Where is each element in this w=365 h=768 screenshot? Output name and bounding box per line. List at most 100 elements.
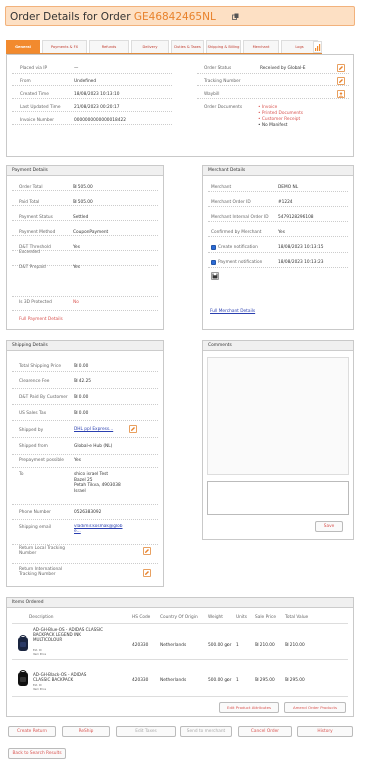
item-2-description: AD-GH-Black-OS - ADIDAS CLASSIC BACKPACK [33, 672, 87, 682]
amend-order-products-button[interactable]: Amend Order Products [284, 702, 346, 713]
doc-manifest: • No Manifest [258, 123, 288, 128]
edit-taxes-button[interactable]: Edit Taxes [116, 726, 176, 737]
tab-payments[interactable]: Payments & FX [42, 40, 87, 53]
history-button[interactable]: History [297, 726, 353, 737]
reship-button[interactable]: ReShip [62, 726, 110, 737]
item-1-hs: 420330 [132, 643, 149, 648]
from-label: From [20, 79, 31, 84]
edit-status-icon[interactable] [337, 64, 345, 72]
upload-waybill-icon[interactable] [337, 90, 345, 98]
merchant-panel: Merchant Details Merchant DEMO NL Mercha… [202, 165, 354, 330]
dt-prepaid-value: Yes [73, 265, 80, 270]
back-to-search-button[interactable]: Back to Search Results [8, 748, 66, 759]
save-icon[interactable] [211, 272, 219, 280]
total-shipping-label: Total Shipping Price [19, 364, 61, 369]
item-2-units: 1 [236, 678, 239, 683]
order-total-label: Order Total [19, 185, 43, 190]
clearence-label: Clearence Fee [19, 379, 50, 384]
payment-notification-checkbox[interactable] [211, 260, 216, 265]
items-header: Items Ordered [7, 598, 353, 608]
merchant-order-id-label: Merchant Order ID [211, 200, 251, 205]
product-image [17, 670, 29, 687]
col-total-value: Total Value [285, 615, 309, 620]
shipped-from-value: Global-e Hub (NL) [74, 444, 113, 449]
doc-invoice[interactable]: • Invoice [258, 105, 277, 110]
total-shipping-value: ₪ 0.00 [74, 364, 89, 369]
tab-delivery[interactable]: Delivery [131, 40, 169, 53]
copy-icon[interactable] [232, 13, 239, 20]
edit-product-attributes-button[interactable]: Edit Product Attributes [219, 702, 279, 713]
item-1-price: ₪ 210.00 [255, 643, 275, 648]
create-return-button[interactable]: Create Return [8, 726, 56, 737]
updated-value: 21/08/2023 00:20:17 [74, 105, 120, 110]
payment-header: Payment Details [7, 166, 163, 176]
payment-status-label: Payment Status [19, 215, 53, 220]
product-image [17, 635, 29, 652]
create-notification-value: 18/08/2023 10:13:15 [278, 245, 324, 250]
merchant-value: DEMO NL [278, 185, 299, 190]
tab-duties[interactable]: Duties & Taxes [171, 40, 204, 53]
merchant-internal-id-value: 5479128296108 [278, 215, 314, 220]
title-text: Order Details for Order [10, 11, 131, 23]
shipped-from-label: Shipped from [19, 444, 48, 449]
col-description: Description [29, 615, 54, 620]
payment-notification-label: Payment notification [218, 260, 263, 265]
to-address: shico israel Test Bazel 25 Petah Tikva, … [74, 472, 121, 494]
merchant-order-id-value: #1224 [278, 200, 293, 205]
doc-printed[interactable]: • Printed Documents [258, 111, 303, 116]
item-1-description: AD-GH-Blue-OS - ADIDAS CLASSIC BACKPACK … [33, 627, 103, 642]
ip-value: — [74, 66, 79, 71]
return-local-label: Return Local Tracking Number [19, 546, 66, 556]
3d-protected-label: Is 3D Protected [19, 300, 52, 305]
edit-carrier-icon[interactable] [129, 425, 137, 433]
item-2-meta: Ext. ID Item Price [33, 684, 47, 691]
full-payment-link[interactable]: Full Payment Details [19, 317, 63, 322]
order-id: GE46842465NL [133, 11, 216, 23]
dt-threshold-label: D&T Threshold Exceeded [19, 245, 51, 255]
shipped-by-value[interactable]: DHL ppl Express... [74, 427, 113, 432]
merchant-internal-id-label: Merchant Internal Order ID [211, 215, 269, 220]
edit-return-local-icon[interactable] [143, 547, 151, 555]
send-to-merchant-button[interactable]: Send to merchant [180, 726, 232, 737]
chart-icon[interactable] [313, 41, 322, 53]
doc-receipt[interactable]: • Customer Receipt [258, 117, 300, 122]
email-value[interactable]: vladimir.kosmak@globe... [74, 524, 129, 534]
comment-input[interactable] [207, 481, 349, 515]
updated-label: Last Updated Time [20, 105, 61, 110]
invoice-label: Invoice Number [20, 118, 54, 123]
item-1-total: ₪ 210.00 [285, 643, 305, 648]
item-2-hs: 420330 [132, 678, 149, 683]
payment-status-value: Settled [73, 215, 89, 220]
item-1-country: Netherlands [160, 643, 187, 648]
save-comment-button[interactable]: Save [315, 521, 343, 532]
clearence-value: ₪ 42.25 [74, 379, 92, 384]
dt-paid-label: D&T Paid By Customer [19, 395, 68, 400]
merchant-header: Merchant Details [203, 166, 353, 176]
tab-general[interactable]: General [6, 40, 40, 53]
item-1-weight: 500.00 gr [208, 643, 229, 648]
tracking-label: Tracking Number [204, 79, 241, 84]
tab-merchant[interactable]: Merchant [243, 40, 279, 53]
page-title: Order Details for Order GE46842465NL [10, 11, 216, 23]
3d-protected-value: No [73, 300, 79, 305]
invoice-value: 0000000000000018422 [74, 118, 126, 123]
us-tax-value: ₪ 0.00 [74, 411, 89, 416]
tab-bar: General Payments & FX Refunds Delivery D… [6, 40, 322, 54]
create-notification-checkbox[interactable] [211, 245, 216, 250]
tab-shipping-billing[interactable]: Shipping & Billing [206, 40, 241, 53]
tab-refunds[interactable]: Refunds [89, 40, 129, 53]
col-hs-code: HS Code [132, 615, 151, 620]
shipping-header: Shipping Details [7, 341, 163, 351]
ip-label: Placed via IP [20, 66, 48, 71]
cancel-order-button[interactable]: Cancel Order [238, 726, 292, 737]
item-1-units: 1 [236, 643, 239, 648]
return-intl-label: Return International Tracking Number [19, 567, 63, 577]
edit-tracking-icon[interactable] [337, 77, 345, 85]
prepayment-label: Prepayment possible [19, 458, 64, 463]
dt-prepaid-label: D&T Prepaid [19, 265, 46, 270]
phone-label: Phone Number [19, 510, 51, 515]
prepayment-value: Yes [74, 458, 81, 463]
edit-return-intl-icon[interactable] [143, 569, 151, 577]
merchant-label: Merchant [211, 185, 232, 190]
full-merchant-link[interactable]: Full Merchant Details [210, 309, 255, 314]
